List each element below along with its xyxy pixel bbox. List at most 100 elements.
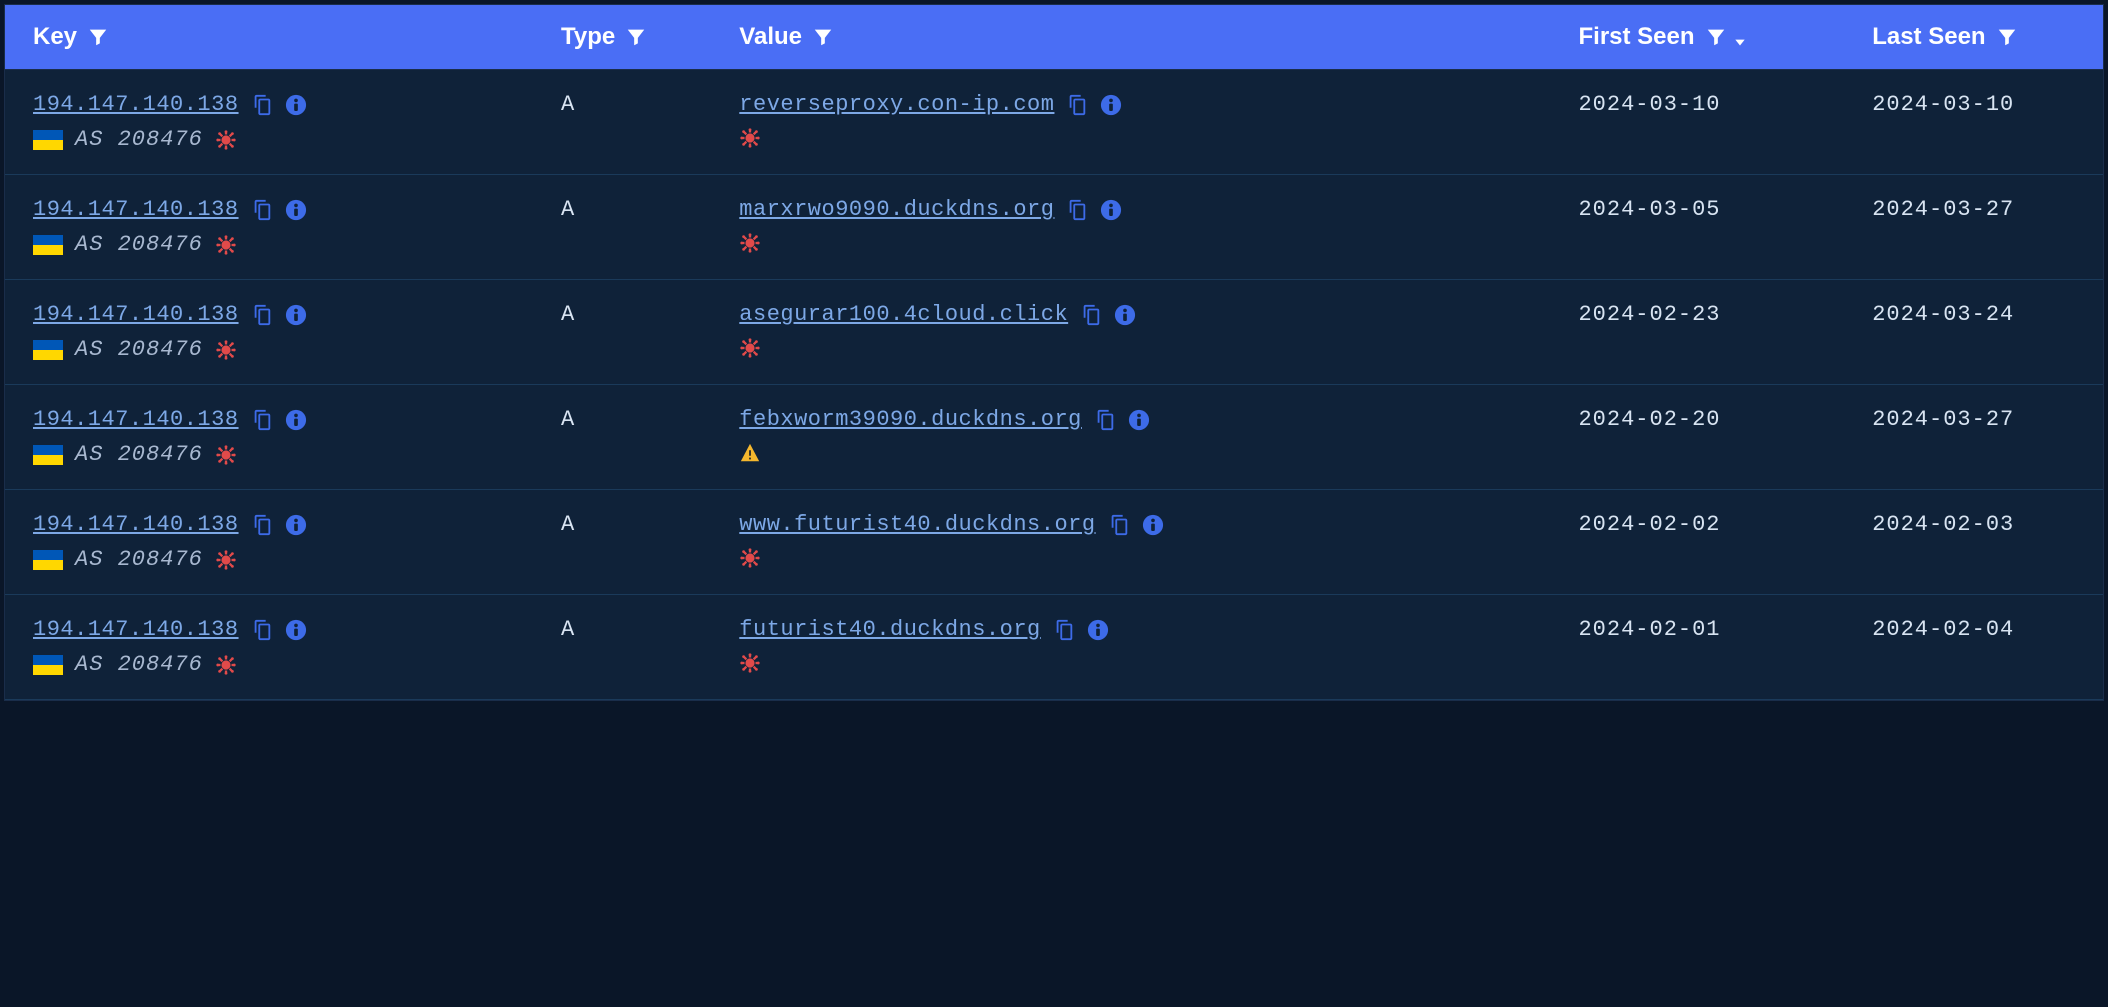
virus-icon [739, 337, 761, 359]
filter-icon[interactable] [1996, 26, 2018, 48]
flag-ua-icon [33, 445, 63, 465]
record-type: A [561, 617, 575, 642]
table-body: 194.147.140.138 AS 208476 Areverseproxy.co… [5, 70, 2103, 700]
flag-ua-icon [33, 655, 63, 675]
cell-key: 194.147.140.138 AS 208476 [5, 197, 561, 257]
virus-icon [215, 444, 237, 466]
host-link[interactable]: reverseproxy.con-ip.com [739, 92, 1054, 117]
copy-icon[interactable] [1094, 409, 1116, 431]
header-value[interactable]: Value [739, 23, 1578, 51]
cell-value: marxrwo9090.duckdns.org [739, 197, 1578, 257]
virus-icon [215, 654, 237, 676]
cell-value: febxworm39090.duckdns.org [739, 407, 1578, 467]
record-type: A [561, 512, 575, 537]
cell-type: A [561, 92, 739, 152]
record-type: A [561, 197, 575, 222]
first-seen-date: 2024-02-20 [1578, 407, 1720, 432]
virus-icon [739, 127, 761, 149]
first-seen-date: 2024-02-01 [1578, 617, 1720, 642]
copy-icon[interactable] [1066, 199, 1088, 221]
header-type-label: Type [561, 23, 615, 51]
header-last-seen-label: Last Seen [1872, 23, 1985, 51]
copy-icon[interactable] [251, 199, 273, 221]
info-icon[interactable] [285, 304, 307, 326]
header-last-seen[interactable]: Last Seen [1872, 23, 2103, 51]
info-icon[interactable] [1128, 409, 1150, 431]
cell-first-seen: 2024-02-20 [1578, 407, 1872, 467]
filter-icon[interactable] [625, 26, 647, 48]
cell-key: 194.147.140.138 AS 208476 [5, 512, 561, 572]
ip-link[interactable]: 194.147.140.138 [33, 92, 239, 117]
ip-link[interactable]: 194.147.140.138 [33, 407, 239, 432]
info-icon[interactable] [1100, 199, 1122, 221]
flag-ua-icon [33, 235, 63, 255]
filter-icon[interactable] [1705, 26, 1727, 48]
cell-value: www.futurist40.duckdns.org [739, 512, 1578, 572]
filter-icon[interactable] [812, 26, 834, 48]
cell-first-seen: 2024-02-23 [1578, 302, 1872, 362]
as-label: AS 208476 [75, 547, 203, 572]
header-key-label: Key [33, 23, 77, 51]
copy-icon[interactable] [1053, 619, 1075, 641]
info-icon[interactable] [1087, 619, 1109, 641]
copy-icon[interactable] [251, 514, 273, 536]
cell-last-seen: 2024-03-27 [1872, 197, 2103, 257]
first-seen-date: 2024-02-02 [1578, 512, 1720, 537]
host-link[interactable]: marxrwo9090.duckdns.org [739, 197, 1054, 222]
ip-link[interactable]: 194.147.140.138 [33, 617, 239, 642]
last-seen-date: 2024-02-04 [1872, 617, 2014, 642]
record-type: A [561, 407, 575, 432]
filter-icon[interactable] [87, 26, 109, 48]
info-icon[interactable] [1114, 304, 1136, 326]
copy-icon[interactable] [1066, 94, 1088, 116]
ip-link[interactable]: 194.147.140.138 [33, 197, 239, 222]
cell-last-seen: 2024-03-10 [1872, 92, 2103, 152]
info-icon[interactable] [1142, 514, 1164, 536]
virus-icon [215, 339, 237, 361]
virus-icon [739, 652, 761, 674]
info-icon[interactable] [285, 199, 307, 221]
first-seen-date: 2024-02-23 [1578, 302, 1720, 327]
ip-link[interactable]: 194.147.140.138 [33, 302, 239, 327]
cell-last-seen: 2024-03-24 [1872, 302, 2103, 362]
copy-icon[interactable] [1080, 304, 1102, 326]
cell-value: asegurar100.4cloud.click [739, 302, 1578, 362]
host-link[interactable]: febxworm39090.duckdns.org [739, 407, 1082, 432]
info-icon[interactable] [1100, 94, 1122, 116]
cell-type: A [561, 197, 739, 257]
dns-records-table: Key Type Value First Seen [4, 4, 2104, 701]
as-label: AS 208476 [75, 652, 203, 677]
sort-desc-icon[interactable] [1733, 35, 1747, 49]
header-first-seen[interactable]: First Seen [1578, 23, 1872, 51]
copy-icon[interactable] [1108, 514, 1130, 536]
virus-icon [215, 234, 237, 256]
table-header-row: Key Type Value First Seen [5, 5, 2103, 70]
header-type[interactable]: Type [561, 23, 739, 51]
cell-value: reverseproxy.con-ip.com [739, 92, 1578, 152]
copy-icon[interactable] [251, 304, 273, 326]
info-icon[interactable] [285, 409, 307, 431]
cell-key: 194.147.140.138 AS 208476 [5, 617, 561, 677]
last-seen-date: 2024-02-03 [1872, 512, 2014, 537]
info-icon[interactable] [285, 619, 307, 641]
cell-value: futurist40.duckdns.org [739, 617, 1578, 677]
last-seen-date: 2024-03-27 [1872, 197, 2014, 222]
host-link[interactable]: futurist40.duckdns.org [739, 617, 1040, 642]
last-seen-date: 2024-03-24 [1872, 302, 2014, 327]
info-icon[interactable] [285, 514, 307, 536]
cell-first-seen: 2024-02-01 [1578, 617, 1872, 677]
copy-icon[interactable] [251, 619, 273, 641]
info-icon[interactable] [285, 94, 307, 116]
copy-icon[interactable] [251, 94, 273, 116]
flag-ua-icon [33, 340, 63, 360]
as-label: AS 208476 [75, 232, 203, 257]
copy-icon[interactable] [251, 409, 273, 431]
table-row: 194.147.140.138 AS 208476 Afuturist40.duck… [5, 595, 2103, 700]
header-first-seen-label: First Seen [1578, 23, 1694, 51]
ip-link[interactable]: 194.147.140.138 [33, 512, 239, 537]
host-link[interactable]: asegurar100.4cloud.click [739, 302, 1068, 327]
cell-last-seen: 2024-03-27 [1872, 407, 2103, 467]
header-key[interactable]: Key [5, 23, 561, 51]
host-link[interactable]: www.futurist40.duckdns.org [739, 512, 1095, 537]
cell-type: A [561, 512, 739, 572]
